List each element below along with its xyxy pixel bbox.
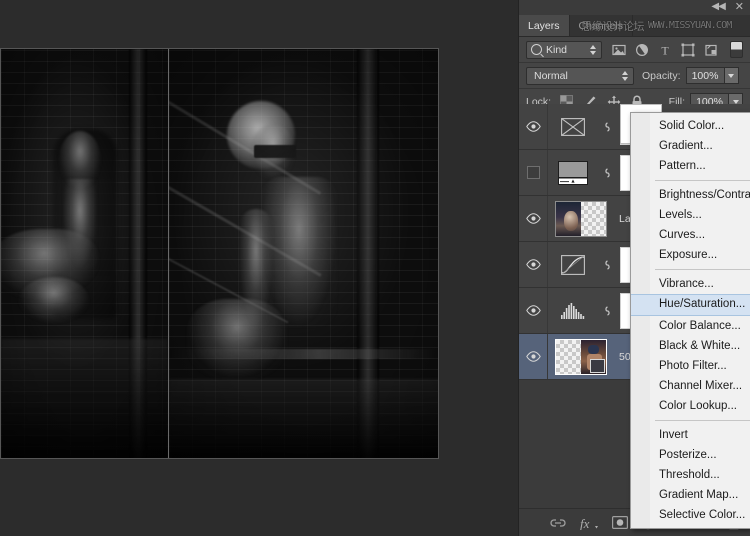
menu-item-brightness-contrast[interactable]: Brightness/Contrast... bbox=[631, 185, 750, 205]
menu-item-posterize[interactable]: Posterize... bbox=[631, 445, 750, 465]
menu-item-selective-color[interactable]: Selective Color... bbox=[631, 505, 750, 525]
vignette-right bbox=[169, 49, 439, 458]
chain-link-icon bbox=[603, 120, 612, 134]
photoshop-window: ◀◀ ✕ Layers Channels 思缘设计论坛 WWW.MISSYUAN… bbox=[0, 0, 750, 536]
layer-mask-link-icon[interactable] bbox=[600, 304, 614, 318]
filter-type-layers-icon[interactable]: T bbox=[658, 43, 672, 57]
photo-pane-right bbox=[168, 49, 439, 458]
blend-mode-dropdown[interactable]: Normal bbox=[526, 67, 634, 85]
watermark-url-text: WWW.MISSYUAN.COM bbox=[648, 20, 732, 31]
layer-thumbnail[interactable] bbox=[555, 339, 607, 375]
curves-icon bbox=[561, 255, 585, 275]
link-layers-icon[interactable] bbox=[550, 517, 566, 529]
new-fill-adjustment-layer-menu: Solid Color... Gradient... Pattern... Br… bbox=[630, 112, 750, 529]
add-layer-mask-icon[interactable] bbox=[612, 516, 628, 529]
menu-item-gradient-map[interactable]: Gradient Map... bbox=[631, 485, 750, 505]
filter-kind-label: Kind bbox=[542, 44, 589, 56]
menu-item-color-lookup[interactable]: Color Lookup... bbox=[631, 396, 750, 416]
layer-visibility-toggle[interactable] bbox=[519, 196, 548, 241]
blend-mode-row: Normal Opacity: 100% bbox=[519, 63, 750, 89]
layer-mask-link-icon[interactable] bbox=[600, 120, 614, 134]
menu-item-invert[interactable]: Invert bbox=[631, 425, 750, 445]
menu-item-hue-saturation[interactable]: Hue/Saturation... bbox=[631, 294, 750, 316]
chain-link-icon bbox=[603, 258, 612, 272]
layer-visibility-toggle[interactable] bbox=[519, 334, 548, 379]
layer-visibility-toggle[interactable] bbox=[519, 242, 548, 287]
thumbnail-inset bbox=[590, 359, 605, 373]
levels-icon bbox=[560, 302, 586, 320]
layer-thumbnail[interactable] bbox=[555, 201, 607, 237]
menu-separator bbox=[655, 180, 750, 181]
filter-type-icons: T bbox=[612, 43, 718, 57]
filter-smart-object-icon[interactable] bbox=[704, 43, 718, 57]
menu-item-pattern[interactable]: Pattern... bbox=[631, 156, 750, 176]
tab-layers[interactable]: Layers bbox=[519, 15, 570, 36]
document-window[interactable] bbox=[0, 48, 439, 459]
layer-mask-link-icon[interactable] bbox=[600, 258, 614, 272]
chevron-updown-icon-blend bbox=[621, 71, 629, 81]
menu-item-photo-filter[interactable]: Photo Filter... bbox=[631, 356, 750, 376]
layer-thumbnail[interactable] bbox=[555, 109, 591, 145]
eye-icon bbox=[526, 213, 541, 224]
canvas-area bbox=[0, 0, 518, 536]
opacity-label: Opacity: bbox=[642, 70, 681, 82]
thumbnail-figure bbox=[564, 211, 578, 231]
tab-layers-label: Layers bbox=[528, 20, 560, 32]
search-icon bbox=[531, 44, 542, 55]
opacity-field[interactable]: 100% bbox=[686, 67, 739, 84]
panel-window-controls: ◀◀ ✕ bbox=[711, 1, 744, 13]
tab-channels[interactable]: Channels bbox=[570, 15, 633, 36]
chevron-updown-icon bbox=[589, 45, 597, 55]
gradient-fill-icon bbox=[558, 161, 588, 185]
tab-channels-label: Channels bbox=[579, 20, 623, 32]
layer-thumbnail[interactable] bbox=[555, 293, 591, 329]
layer-visibility-toggle[interactable] bbox=[519, 150, 548, 195]
layer-filter-row: Kind T bbox=[519, 37, 750, 63]
eye-icon bbox=[526, 351, 541, 362]
layer-thumbnail[interactable] bbox=[555, 155, 591, 191]
menu-item-gradient[interactable]: Gradient... bbox=[631, 136, 750, 156]
photo-pane-left bbox=[1, 49, 168, 458]
layer-style-fx-icon[interactable]: fx bbox=[579, 516, 599, 530]
chain-link-icon bbox=[603, 304, 612, 318]
thumbnail-figure-head bbox=[588, 345, 599, 354]
blend-mode-label: Normal bbox=[531, 70, 621, 82]
menu-item-solid-color[interactable]: Solid Color... bbox=[631, 116, 750, 136]
filter-enable-toggle[interactable] bbox=[730, 41, 743, 58]
layer-visibility-toggle[interactable] bbox=[519, 288, 548, 333]
menu-separator bbox=[655, 420, 750, 421]
menu-item-black-and-white[interactable]: Black & White... bbox=[631, 336, 750, 356]
eye-icon bbox=[526, 305, 541, 316]
panel-titlebar: ◀◀ ✕ bbox=[519, 0, 750, 15]
filter-shape-layers-icon[interactable] bbox=[681, 43, 695, 57]
eye-icon bbox=[526, 121, 541, 132]
menu-item-color-balance[interactable]: Color Balance... bbox=[631, 316, 750, 336]
filter-kind-dropdown[interactable]: Kind bbox=[526, 41, 602, 59]
menu-item-curves[interactable]: Curves... bbox=[631, 225, 750, 245]
menu-item-threshold[interactable]: Threshold... bbox=[631, 465, 750, 485]
menu-item-channel-mixer[interactable]: Channel Mixer... bbox=[631, 376, 750, 396]
panel-tabs: Layers Channels 思缘设计论坛 WWW.MISSYUAN.COM bbox=[519, 15, 750, 37]
layer-mask-link-icon[interactable] bbox=[600, 166, 614, 180]
gradient-map-icon bbox=[561, 118, 585, 136]
eye-off-icon bbox=[527, 166, 540, 179]
filter-adjustment-layers-icon[interactable] bbox=[635, 43, 649, 57]
vignette-left bbox=[1, 49, 168, 458]
svg-text:fx: fx bbox=[580, 516, 590, 530]
svg-text:T: T bbox=[661, 43, 669, 57]
layer-thumbnail[interactable] bbox=[555, 247, 591, 283]
opacity-value[interactable]: 100% bbox=[686, 67, 724, 84]
opacity-dropdown-arrow[interactable] bbox=[724, 67, 739, 84]
layer-visibility-toggle[interactable] bbox=[519, 104, 548, 149]
menu-item-vibrance[interactable]: Vibrance... bbox=[631, 274, 750, 294]
filter-pixel-layers-icon[interactable] bbox=[612, 43, 626, 57]
close-panel-icon[interactable]: ✕ bbox=[735, 1, 744, 13]
collapse-panel-icon[interactable]: ◀◀ bbox=[711, 1, 724, 13]
menu-separator bbox=[655, 269, 750, 270]
menu-item-levels[interactable]: Levels... bbox=[631, 205, 750, 225]
menu-item-exposure[interactable]: Exposure... bbox=[631, 245, 750, 265]
eye-icon bbox=[526, 259, 541, 270]
chain-link-icon bbox=[603, 166, 612, 180]
